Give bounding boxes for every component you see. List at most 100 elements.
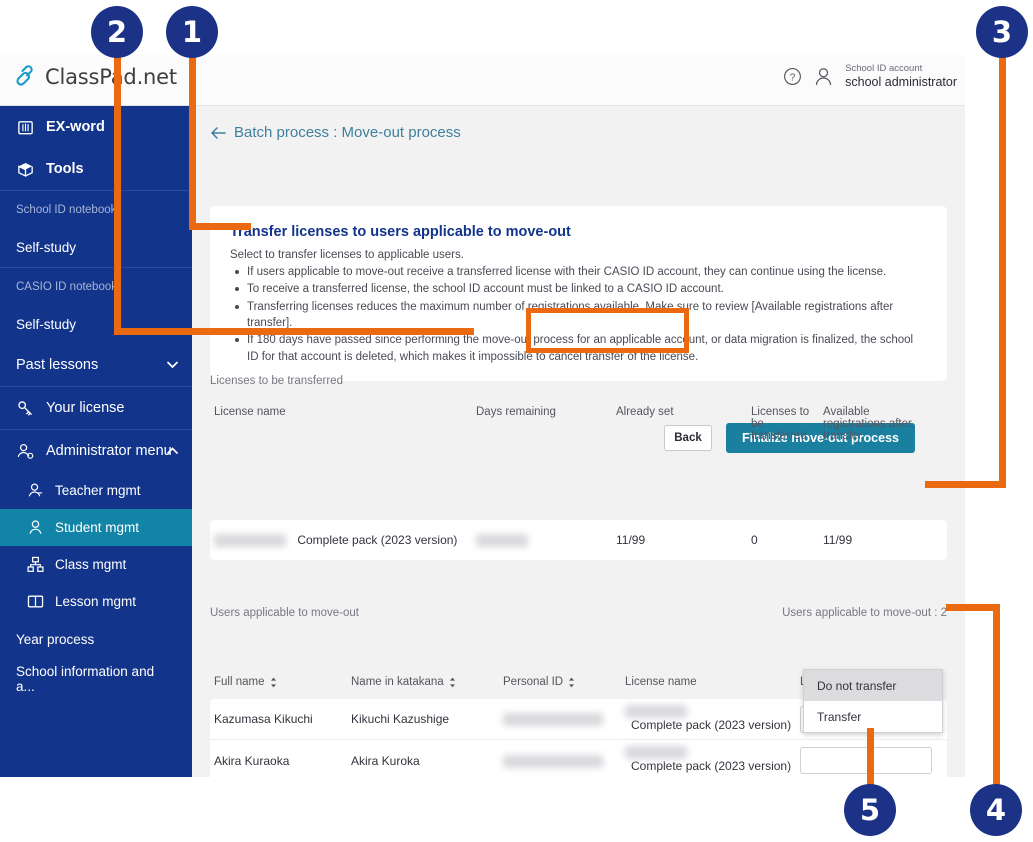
account-info[interactable]: School ID account school administrator (845, 63, 957, 91)
info-card: Transfer licenses to users applicable to… (210, 206, 947, 381)
sidebar-caption-casio-id-notebook: CASIO ID notebook (16, 280, 117, 293)
redacted-value (214, 534, 286, 548)
open-book-icon (27, 595, 44, 608)
column-header-label: Full name (214, 676, 265, 688)
cell-already-set: 11/99 (616, 533, 646, 547)
annotation-line-1-horizontal (189, 223, 251, 230)
top-bar: ClassPad.net ? School ID account school … (0, 55, 965, 106)
users-count-label: Users applicable to move-out : 2 (782, 607, 947, 619)
sidebar-item-your-license[interactable]: Your license (0, 387, 192, 429)
logo[interactable]: ClassPad.net (12, 64, 177, 90)
chain-link-icon (16, 65, 33, 86)
sidebar-item-year-process[interactable]: Year process (0, 620, 192, 659)
table-row[interactable]: Akira Kuraoka Akira Kuroka Complete pack… (210, 740, 947, 777)
cell-full-name: Akira Kuraoka (214, 753, 290, 768)
sidebar-item-class-mgmt[interactable]: Class mgmt (0, 546, 192, 583)
sort-icon[interactable] (568, 677, 575, 688)
sidebar: EX-word Tools School ID notebook Self-st… (0, 106, 192, 777)
sidebar-item-past-lessons[interactable]: Past lessons (0, 344, 192, 386)
cell-katakana: Kikuchi Kazushige (351, 712, 450, 726)
column-header-license-name: License name (214, 406, 286, 418)
sidebar-item-ex-word[interactable]: EX-word (0, 106, 192, 148)
license-name-text: Complete pack (2023 version) (297, 532, 458, 547)
column-header-label: Name in katakana (351, 676, 444, 688)
annotation-badge-5: 5 (844, 784, 896, 836)
chevron-down-icon (167, 361, 178, 369)
question-mark-circle-icon[interactable]: ? (783, 67, 802, 86)
sidebar-item-label: Teacher mgmt (55, 483, 141, 498)
info-bullet: If users applicable to move-out receive … (230, 264, 927, 280)
sidebar-item-label: Tools (46, 161, 84, 177)
sidebar-item-student-mgmt[interactable]: Student mgmt (0, 509, 192, 546)
info-card-title: Transfer licenses to users applicable to… (230, 224, 571, 240)
sidebar-item-label: Your license (46, 400, 125, 416)
cell-days-remaining (472, 533, 612, 548)
person-icon (28, 483, 43, 497)
annotation-badge-2: 2 (91, 6, 143, 58)
table-row[interactable]: Complete pack (2023 version) 11/99 0 11/… (210, 520, 947, 560)
annotation-highlight-finalize-button (526, 308, 689, 353)
info-bullet: To receive a transferred license, the sc… (230, 281, 927, 297)
cell-full-name: Kazumasa Kikuchi (214, 712, 313, 726)
sort-icon[interactable] (449, 677, 456, 688)
annotation-badge-4: 4 (970, 784, 1022, 836)
license-transfer-select[interactable] (800, 747, 932, 774)
sort-icon[interactable] (270, 677, 277, 688)
column-header-days-remaining: Days remaining (476, 406, 556, 418)
box-icon (18, 162, 33, 177)
redacted-value (503, 713, 603, 727)
dropdown-option-do-not-transfer[interactable]: Do not transfer (804, 670, 942, 701)
cell-license-transfer[interactable] (796, 747, 936, 774)
users-section-caption: Users applicable to move-out (210, 607, 359, 619)
sidebar-item-label: Lesson mgmt (55, 594, 137, 609)
licenses-section-caption: Licenses to be transferred (210, 375, 343, 387)
person-icon (29, 520, 42, 534)
column-header-label: Personal ID (503, 676, 564, 688)
sidebar-item-self-study-casio[interactable]: Self-study (0, 305, 192, 344)
redacted-value (476, 534, 528, 548)
cell-license-name: Complete pack (2023 version) (210, 532, 472, 548)
book-icon (18, 120, 33, 134)
topbar-right: ? School ID account school administrator (783, 63, 957, 91)
logo-text: ClassPad.net (45, 65, 177, 89)
annotation-badge-3: 3 (976, 6, 1028, 58)
sidebar-item-label: Class mgmt (55, 557, 127, 572)
annotation-line-3-horizontal (925, 481, 1006, 488)
sidebar-item-lesson-mgmt[interactable]: Lesson mgmt (0, 583, 192, 620)
redacted-value (503, 754, 603, 768)
left-arrow-icon[interactable] (210, 126, 226, 140)
account-name: school administrator (845, 74, 957, 89)
cell-to-be-transferred: 0 (751, 533, 758, 547)
info-card-lead: Select to transfer licenses to applicabl… (230, 249, 464, 261)
sidebar-item-label: EX-word (46, 119, 105, 135)
breadcrumb[interactable]: Batch process : Move-out process (210, 124, 461, 141)
svg-text:?: ? (790, 73, 796, 84)
column-header-name-in-katakana[interactable]: Name in katakana (347, 676, 499, 688)
license-transfer-dropdown[interactable]: Do not transfer Transfer (803, 669, 943, 733)
cell-license-name: Complete pack (2023 version) (621, 704, 796, 734)
sidebar-item-administrator-menu[interactable]: Administrator menu (0, 430, 192, 472)
cell-katakana: Akira Kuroka (351, 753, 420, 768)
sidebar-item-label: Student mgmt (55, 520, 140, 535)
breadcrumb-label: Batch process : Move-out process (234, 124, 461, 141)
account-kind: School ID account (845, 63, 923, 74)
cell-personal-id (499, 712, 621, 727)
column-header-full-name[interactable]: Full name (210, 676, 347, 688)
annotation-line-1-vertical (189, 30, 196, 228)
cell-license-name: Complete pack (2023 version) (621, 746, 796, 775)
cell-available-after-transfer: 11/99 (823, 533, 853, 547)
column-header-personal-id[interactable]: Personal ID (499, 676, 621, 688)
license-name-text: Complete pack (2023 version) (631, 759, 792, 774)
sidebar-item-self-study-school[interactable]: Self-study (0, 228, 192, 267)
license-name-text: Complete pack (2023 version) (631, 717, 792, 732)
annotation-line-2-horizontal (114, 328, 474, 335)
key-icon (18, 400, 32, 415)
sidebar-item-school-information[interactable]: School information and a... (0, 659, 192, 698)
org-chart-icon (27, 556, 44, 572)
sidebar-item-tools[interactable]: Tools (0, 148, 192, 190)
person-gear-icon (17, 443, 34, 459)
person-icon[interactable] (814, 66, 833, 87)
annotation-line-3-vertical (999, 30, 1006, 488)
sidebar-item-label: Past lessons (16, 357, 99, 373)
sidebar-item-teacher-mgmt[interactable]: Teacher mgmt (0, 472, 192, 509)
